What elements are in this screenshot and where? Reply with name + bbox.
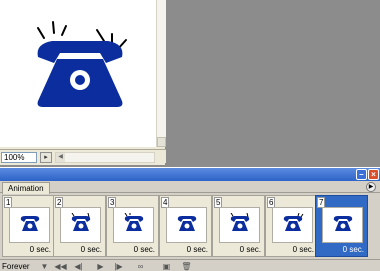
frame-2[interactable]: 2 0 sec. bbox=[53, 195, 106, 257]
status-menu-icon[interactable]: ▸ bbox=[40, 152, 52, 163]
frame-thumbnail bbox=[219, 207, 260, 243]
frame-delay[interactable]: 0 sec. bbox=[30, 245, 51, 254]
zoom-field[interactable]: 100% bbox=[1, 152, 37, 163]
document-window: 100% ▸ ◀ bbox=[0, 0, 166, 165]
telephone-icon bbox=[71, 213, 91, 231]
frame-delay[interactable]: 0 sec. bbox=[293, 245, 314, 254]
scroll-down-arrow-icon[interactable] bbox=[157, 137, 166, 147]
frame-4[interactable]: 4 0 sec. bbox=[159, 195, 212, 257]
frame-delay[interactable]: 0 sec. bbox=[134, 245, 155, 254]
animation-toolbar: Forever ▼ ◀◀ ◀| ▶ |▶ ∞ ▣ 🗑 bbox=[0, 259, 380, 271]
frame-delay[interactable]: 0 sec. bbox=[81, 245, 102, 254]
animation-panel: – × Animation ▶ 1 0 sec. 2 0 sec. 3 0 se… bbox=[0, 167, 380, 271]
telephone-icon bbox=[124, 213, 144, 231]
tab-row: Animation ▶ bbox=[0, 181, 380, 194]
frame-thumbnail bbox=[272, 207, 313, 243]
telephone-icon bbox=[37, 21, 127, 107]
panel-menu-icon[interactable]: ▶ bbox=[366, 182, 376, 192]
canvas[interactable] bbox=[0, 0, 156, 147]
frame-5[interactable]: 5 0 sec. bbox=[212, 195, 265, 257]
next-frame-icon[interactable]: |▶ bbox=[112, 262, 125, 271]
vertical-scrollbar[interactable] bbox=[156, 0, 166, 147]
chevron-down-icon[interactable]: ▼ bbox=[38, 262, 51, 271]
status-bar: 100% ▸ ◀ bbox=[0, 149, 166, 163]
play-icon[interactable]: ▶ bbox=[94, 262, 107, 271]
close-icon[interactable]: × bbox=[368, 169, 379, 180]
frame-thumbnail bbox=[9, 207, 50, 243]
frame-thumbnail bbox=[60, 207, 101, 243]
telephone-icon bbox=[20, 216, 40, 231]
minimize-icon[interactable]: – bbox=[356, 169, 367, 180]
telephone-icon bbox=[177, 216, 197, 231]
loop-select[interactable]: Forever bbox=[2, 261, 30, 271]
frame-1[interactable]: 1 0 sec. bbox=[2, 195, 55, 257]
frame-delay[interactable]: 0 sec. bbox=[343, 245, 364, 254]
delete-frame-icon[interactable]: 🗑 bbox=[180, 262, 193, 271]
telephone-icon bbox=[283, 213, 304, 231]
tab-animation[interactable]: Animation bbox=[2, 182, 50, 194]
new-frame-icon[interactable]: ▣ bbox=[160, 262, 173, 271]
frame-6[interactable]: 6 0 sec. bbox=[265, 195, 318, 257]
panel-titlebar[interactable]: – × bbox=[0, 168, 380, 181]
frame-delay[interactable]: 0 sec. bbox=[187, 245, 208, 254]
frame-delay[interactable]: 0 sec. bbox=[240, 245, 261, 254]
previous-frame-icon[interactable]: ◀| bbox=[72, 262, 85, 271]
frame-thumbnail bbox=[322, 207, 363, 243]
telephone-icon bbox=[333, 216, 353, 231]
tween-icon[interactable]: ∞ bbox=[134, 262, 147, 271]
horizontal-scrollbar[interactable]: ◀ bbox=[55, 152, 155, 163]
frame-thumbnail bbox=[113, 207, 154, 243]
frames-strip: 1 0 sec. 2 0 sec. 3 0 sec. 4 0 sec. 5 0 … bbox=[0, 195, 380, 257]
frame-7[interactable]: 7 0 sec. bbox=[315, 195, 368, 257]
frame-3[interactable]: 3 0 sec. bbox=[106, 195, 159, 257]
telephone-icon bbox=[230, 213, 250, 231]
frame-thumbnail bbox=[166, 207, 207, 243]
scroll-left-arrow-icon[interactable]: ◀ bbox=[56, 153, 65, 162]
first-frame-icon[interactable]: ◀◀ bbox=[54, 262, 67, 271]
